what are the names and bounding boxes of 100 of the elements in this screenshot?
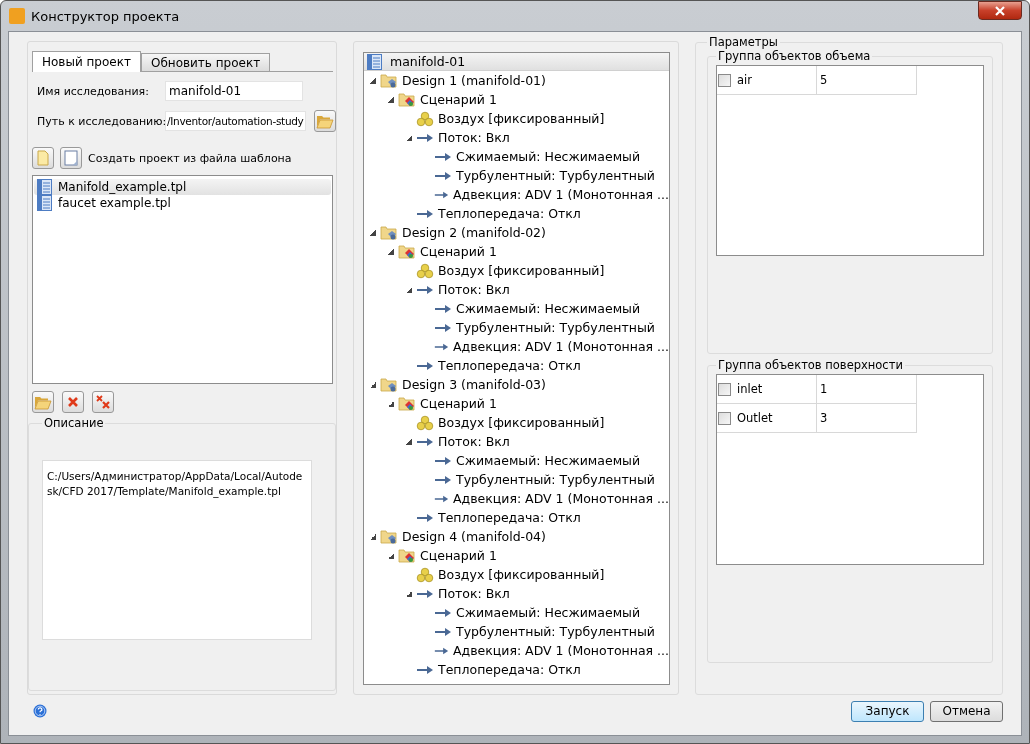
tree-item[interactable]: Теплопередача: Откл [438, 662, 581, 677]
tree-item[interactable]: Поток: Вкл [438, 282, 510, 297]
tree-item[interactable]: Сжимаемый: Несжимаемый [456, 605, 641, 620]
table-cell: 1 [817, 375, 917, 404]
tree-item[interactable]: Турбулентный: Турбулентный [456, 168, 655, 183]
new-file-button[interactable] [32, 147, 54, 169]
delete-icon [67, 396, 79, 408]
window-title: Конструктор проекта [31, 8, 180, 24]
tree-item[interactable]: Воздух [фиксированный] [438, 567, 605, 582]
arrow-icon [416, 132, 434, 143]
tree-item[interactable]: Сценарий 1 [420, 244, 497, 259]
folder-icon [380, 72, 398, 89]
template-item[interactable]: Manifold_example.tpl [34, 179, 331, 195]
arrow-icon [434, 170, 452, 181]
field-label: Путь к исследованию: [37, 114, 165, 128]
dialog-button[interactable]: Отмена [930, 700, 1003, 722]
tree-item[interactable]: Сжимаемый: Несжимаемый [456, 453, 641, 468]
folder-icon [398, 91, 416, 108]
tree-item[interactable]: Адвекция: ADV 1 (Монотонная ... [452, 491, 669, 506]
checkbox[interactable] [718, 382, 731, 396]
table-cell: 3 [817, 404, 917, 433]
folder-icon [398, 395, 416, 412]
help-icon[interactable] [33, 704, 47, 718]
arrow-icon [416, 360, 434, 371]
arrow-icon [416, 664, 434, 675]
arrow-icon [434, 607, 452, 618]
folder-icon [380, 376, 398, 393]
object-name: air [737, 73, 752, 87]
arrow-icon [434, 341, 449, 352]
arrow-icon [434, 626, 452, 637]
tree-item[interactable]: Design 3 (manifold-03) [402, 377, 546, 392]
group-title: Группа объектов объема [717, 49, 872, 63]
tree-item[interactable]: Сценарий 1 [420, 396, 497, 411]
tree-item[interactable]: Поток: Вкл [438, 586, 510, 601]
arrow-icon [416, 436, 434, 447]
dialog-button[interactable]: Запуск [851, 700, 924, 722]
collapse-toggle[interactable] [370, 229, 376, 236]
tab[interactable]: Обновить проект [140, 53, 271, 71]
study-path-field[interactable]: /Inventor/automation-study [165, 111, 307, 131]
tree-item[interactable]: Турбулентный: Турбулентный [456, 624, 655, 639]
tree-item[interactable]: Design 1 (manifold-01) [402, 73, 546, 88]
tree-item[interactable]: Теплопередача: Откл [438, 510, 581, 525]
open-folder-button[interactable] [32, 391, 54, 413]
folder-icon [316, 113, 335, 129]
delete-button[interactable] [62, 391, 84, 413]
arrow-icon [416, 588, 434, 599]
template-label: Создать проект из файла шаблона [88, 151, 292, 165]
collapse-toggle[interactable] [406, 438, 412, 445]
tree-item[interactable]: Design 4 (manifold-04) [402, 529, 546, 544]
browse-button[interactable] [314, 110, 336, 132]
field-label: Имя исследования: [37, 84, 150, 98]
close-button[interactable] [978, 1, 1022, 20]
checkbox[interactable] [718, 411, 731, 425]
list-file-icon [37, 195, 52, 211]
study-name-field[interactable]: manifold-01 [165, 81, 303, 101]
spheres-icon [416, 566, 434, 583]
arrow-icon [416, 284, 434, 295]
tab[interactable]: Новый проект [32, 51, 141, 72]
tree-item[interactable]: Сжимаемый: Несжимаемый [456, 301, 641, 316]
tree-item[interactable]: Сценарий 1 [420, 548, 497, 563]
tree-item[interactable]: Сжимаемый: Несжимаемый [456, 149, 641, 164]
tree-item[interactable]: Поток: Вкл [438, 434, 510, 449]
folder-icon [34, 394, 52, 410]
close-icon [994, 5, 1006, 16]
blank-page-button[interactable] [60, 147, 82, 169]
tree-item[interactable]: Адвекция: ADV 1 (Монотонная ... [452, 187, 669, 202]
spheres-icon [416, 414, 434, 431]
tree-item[interactable]: Design 2 (manifold-02) [402, 225, 546, 240]
document-icon [37, 150, 49, 166]
page-icon [64, 150, 78, 166]
folder-icon [380, 224, 398, 241]
arrow-icon [434, 189, 449, 200]
tree-item[interactable]: Сценарий 1 [420, 92, 497, 107]
tree-item[interactable]: Воздух [фиксированный] [438, 263, 605, 278]
tree-item[interactable]: Воздух [фиксированный] [438, 415, 605, 430]
delete-all-button[interactable] [92, 391, 114, 413]
arrow-icon [434, 303, 452, 314]
tree-item[interactable]: Теплопередача: Откл [438, 358, 581, 373]
checkbox[interactable] [718, 73, 731, 87]
collapse-toggle[interactable] [388, 96, 394, 103]
collapse-toggle[interactable] [388, 248, 394, 255]
object-name: Outlet [737, 411, 773, 425]
tree-item[interactable]: Турбулентный: Турбулентный [456, 472, 655, 487]
tree-item[interactable]: Поток: Вкл [438, 130, 510, 145]
object-name: inlet [737, 382, 763, 396]
tree-item[interactable]: Теплопередача: Откл [438, 206, 581, 221]
tree-root[interactable]: manifold-01 [364, 53, 669, 71]
tree-item[interactable]: Адвекция: ADV 1 (Монотонная ... [452, 339, 669, 354]
tree-item[interactable]: Адвекция: ADV 1 (Монотонная ... [452, 643, 669, 658]
folder-icon [398, 243, 416, 260]
list-file-icon [367, 53, 382, 70]
tree-item[interactable]: Турбулентный: Турбулентный [456, 320, 655, 335]
spheres-icon [416, 262, 434, 279]
collapse-toggle[interactable] [370, 77, 376, 84]
folder-icon [398, 547, 416, 564]
arrow-icon [434, 645, 449, 656]
group-title: Группа объектов поверхности [717, 358, 904, 372]
template-item[interactable]: faucet example.tpl [34, 195, 331, 211]
tree-item[interactable]: Воздух [фиксированный] [438, 111, 605, 126]
delete-all-icon [96, 395, 110, 409]
